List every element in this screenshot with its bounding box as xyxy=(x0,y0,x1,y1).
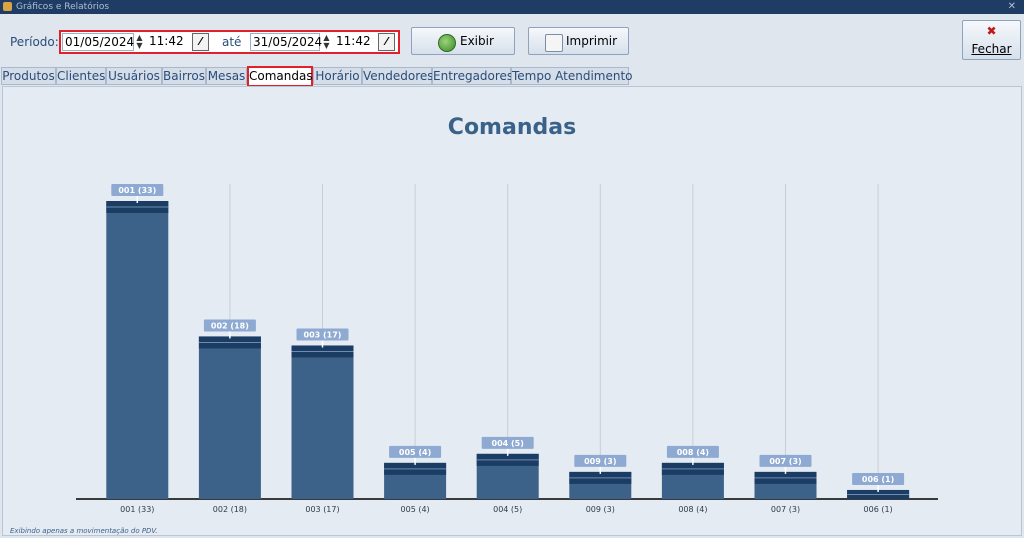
x-tick-label: 002 (18) xyxy=(213,505,247,514)
data-label: 008 (4) xyxy=(677,448,709,457)
bar xyxy=(198,336,261,499)
data-label: 002 (18) xyxy=(211,321,249,330)
bar xyxy=(106,201,169,499)
x-tick-label: 009 (3) xyxy=(586,505,615,514)
bar-chart: 001 (33) 001 (33) 002 (18) 002 (18) 003 (17)… xyxy=(76,184,938,514)
data-label: 004 (5) xyxy=(492,439,524,448)
data-label: 006 (1) xyxy=(862,475,894,484)
x-tick-label: 005 (4) xyxy=(401,505,430,514)
x-tick-label: 003 (17) xyxy=(305,505,339,514)
data-label: 005 (4) xyxy=(399,448,431,457)
footnote: Exibindo apenas a movimentação do PDV. xyxy=(10,527,158,535)
x-tick-label: 001 (33) xyxy=(120,505,154,514)
bar xyxy=(291,345,354,499)
x-tick-label: 008 (4) xyxy=(678,505,707,514)
x-tick-label: 007 (3) xyxy=(771,505,800,514)
data-label: 003 (17) xyxy=(304,330,342,339)
x-tick-label: 004 (5) xyxy=(493,505,522,514)
x-tick-label: 006 (1) xyxy=(864,505,893,514)
data-label: 007 (3) xyxy=(769,457,801,466)
data-label: 001 (33) xyxy=(118,186,156,195)
data-label: 009 (3) xyxy=(584,457,616,466)
